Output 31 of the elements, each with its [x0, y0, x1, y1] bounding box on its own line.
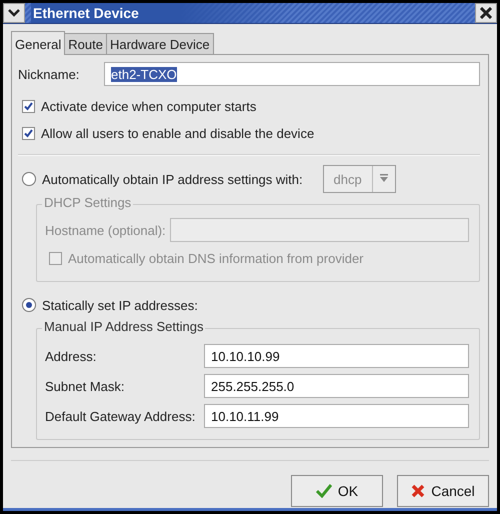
tab[interactable]: General — [11, 31, 66, 55]
hostname-field[interactable] — [170, 218, 469, 242]
radio-label: Statically set IP addresses: — [42, 298, 198, 312]
tab[interactable]: Hardware Device — [106, 33, 214, 54]
cancel-button[interactable]: Cancel — [397, 475, 489, 507]
checkbox-label: Allow all users to enable and disable the device — [41, 126, 314, 141]
nickname-field[interactable]: eth2-TCXO — [104, 62, 480, 86]
radio-button[interactable] — [22, 172, 36, 186]
checkbox-label: Activate device when computer starts — [41, 99, 256, 114]
radio-button[interactable] — [22, 298, 36, 312]
x-icon — [411, 484, 426, 498]
group-title: DHCP Settings — [42, 195, 134, 210]
window-menu-icon[interactable] — [3, 3, 25, 23]
input-field[interactable]: 10.10.11.99 — [204, 404, 469, 428]
field-label: Address: — [45, 348, 98, 364]
checkbox[interactable] — [22, 127, 35, 140]
ok-button[interactable]: OK — [291, 475, 383, 507]
field-label: Nickname: — [18, 66, 80, 82]
checkbox-label: Automatically obtain DNS information from provider — [68, 250, 364, 266]
tab[interactable]: Route — [64, 33, 107, 54]
field-label: Default Gateway Address: — [45, 408, 196, 424]
input-field[interactable]: 10.10.10.99 — [204, 344, 469, 368]
radio-label: Automatically obtain IP address settings with: — [42, 172, 303, 186]
close-icon[interactable] — [475, 3, 497, 23]
checkbox[interactable] — [22, 100, 35, 113]
dropdown-arrow-icon — [380, 174, 388, 184]
field-label: Hostname (optional): — [45, 222, 166, 238]
input-field[interactable]: 255.255.255.0 — [204, 374, 469, 398]
checkmark-icon — [316, 484, 332, 498]
group-title: Manual IP Address Settings — [42, 319, 206, 334]
field-label: Subnet Mask: — [45, 378, 126, 394]
